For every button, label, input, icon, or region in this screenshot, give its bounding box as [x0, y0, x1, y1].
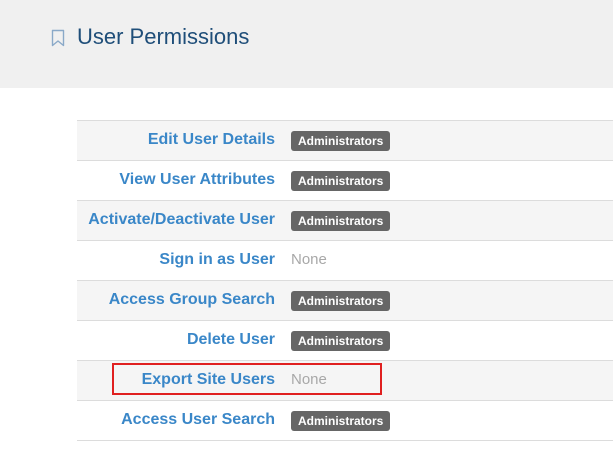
role-badge: Administrators	[291, 291, 391, 311]
permission-row-export-site-users: Export Site Users None	[77, 361, 613, 401]
permission-link-access-group-search[interactable]: Access Group Search	[109, 291, 275, 309]
role-badge: Administrators	[291, 171, 391, 191]
permission-link-sign-in-as-user[interactable]: Sign in as User	[159, 251, 275, 269]
permission-row-access-group-search: Access Group Search Administrators	[77, 281, 613, 321]
role-none-text: None	[291, 251, 327, 268]
permission-row-sign-in-as-user: Sign in as User None	[77, 241, 613, 281]
page-title: User Permissions	[77, 24, 250, 49]
role-badge: Administrators	[291, 211, 391, 231]
permission-link-edit-user-details[interactable]: Edit User Details	[148, 131, 275, 149]
role-badge: Administrators	[291, 411, 391, 431]
permission-link-export-site-users[interactable]: Export Site Users	[142, 371, 275, 389]
bookmark-icon[interactable]	[51, 29, 65, 47]
permissions-table: Edit User Details Administrators View Us…	[77, 120, 613, 441]
permission-row-delete-user: Delete User Administrators	[77, 321, 613, 361]
page-header: User Permissions	[0, 0, 613, 88]
permission-link-view-user-attributes[interactable]: View User Attributes	[119, 171, 275, 189]
permission-row-view-user-attributes: View User Attributes Administrators	[77, 161, 613, 201]
permission-link-access-user-search[interactable]: Access User Search	[121, 411, 275, 429]
role-badge: Administrators	[291, 131, 391, 151]
permission-link-delete-user[interactable]: Delete User	[187, 331, 275, 349]
permission-row-access-user-search: Access User Search Administrators	[77, 401, 613, 441]
permission-link-activate-deactivate-user[interactable]: Activate/Deactivate User	[88, 211, 275, 229]
permission-row-edit-user-details: Edit User Details Administrators	[77, 121, 613, 161]
role-badge: Administrators	[291, 331, 391, 351]
permission-row-activate-deactivate-user: Activate/Deactivate User Administrators	[77, 201, 613, 241]
role-none-text: None	[291, 371, 327, 388]
